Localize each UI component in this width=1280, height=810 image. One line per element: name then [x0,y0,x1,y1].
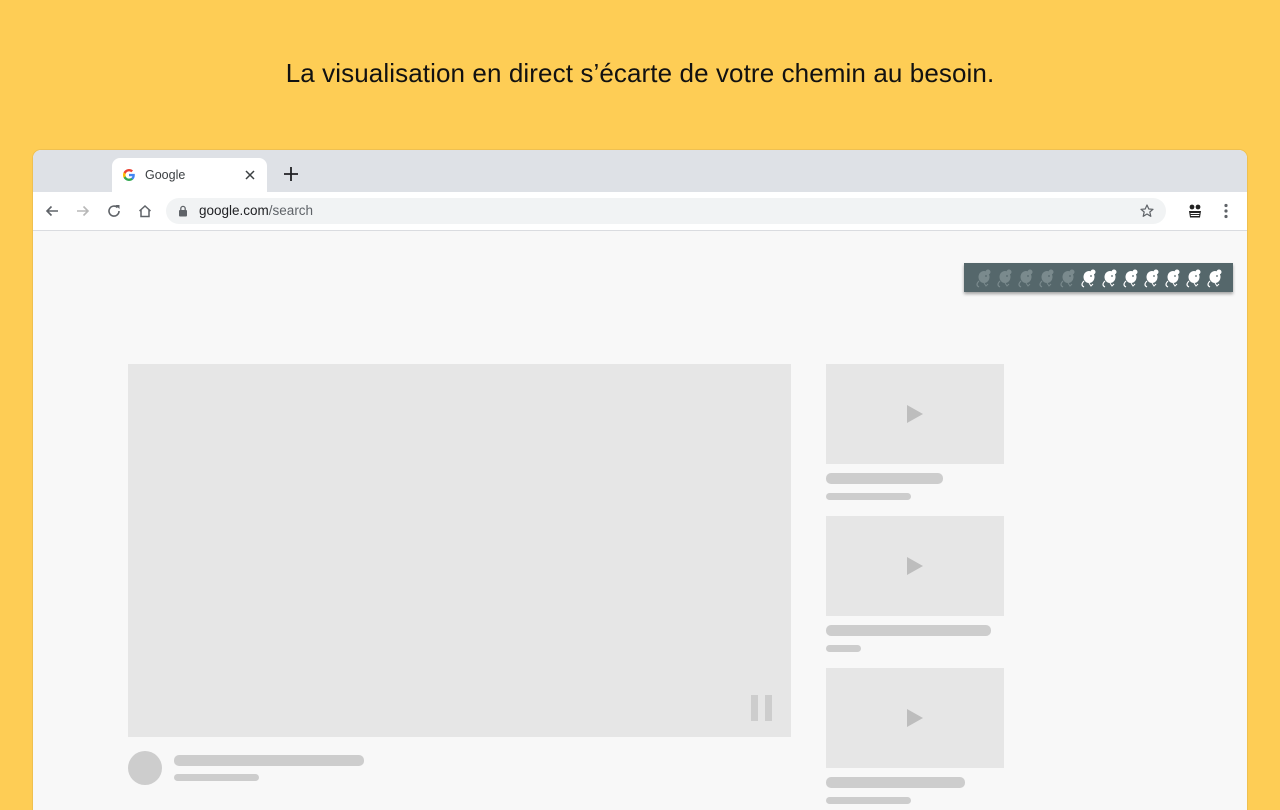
mouse-icon [1060,269,1075,288]
avatar-placeholder [128,751,162,785]
url-text: google.com/search [199,203,313,218]
page-content [33,231,1247,810]
play-icon [907,405,923,423]
mouse-icon [1102,269,1117,288]
plus-icon[interactable] [282,165,300,183]
google-g-icon [123,169,135,181]
mouse-icon [1081,269,1096,288]
live-view-overlay[interactable] [964,263,1233,292]
mouse-icon [976,269,991,288]
channel-name-placeholder [174,774,259,781]
play-icon [907,557,923,575]
reload-icon[interactable] [106,203,122,219]
related-video-thumbnail[interactable] [826,364,1004,464]
mouse-icon [1123,269,1138,288]
related-title-placeholder [826,473,943,484]
url-host: google.com [199,203,269,218]
star-icon[interactable] [1139,203,1155,219]
home-icon[interactable] [137,203,153,219]
mouse-icon [1144,269,1159,288]
extension-icon[interactable] [1186,202,1204,220]
related-meta-placeholder [826,493,911,500]
tab-google[interactable]: Google [112,158,267,192]
address-bar[interactable]: google.com/search [166,198,1166,224]
related-meta-placeholder [826,797,911,804]
mouse-icon [1186,269,1201,288]
pause-icon[interactable] [751,695,773,721]
forward-arrow-icon[interactable] [75,203,91,219]
related-video-thumbnail[interactable] [826,668,1004,768]
tab-strip: Google [33,150,1247,192]
related-meta-placeholder [826,645,861,652]
url-path: /search [268,203,314,218]
related-title-placeholder [826,625,991,636]
lock-icon [179,205,187,217]
mouse-icon [1018,269,1033,288]
mouse-icon [1165,269,1180,288]
video-player-placeholder[interactable] [128,364,791,737]
mouse-icon [1207,269,1222,288]
related-title-placeholder [826,777,965,788]
mouse-icon [997,269,1012,288]
toolbar: google.com/search [33,192,1247,231]
play-icon [907,709,923,727]
tab-title: Google [145,168,186,182]
video-title-placeholder [174,755,364,766]
back-arrow-icon[interactable] [44,203,60,219]
live-view-mice [976,269,1222,288]
headline: La visualisation en direct s’écarte de v… [285,58,995,88]
mouse-icon [1039,269,1054,288]
close-icon[interactable] [242,167,258,183]
related-video-thumbnail[interactable] [826,516,1004,616]
more-vert-icon[interactable] [1218,202,1234,220]
browser-window: Google google.com/search [33,150,1247,810]
